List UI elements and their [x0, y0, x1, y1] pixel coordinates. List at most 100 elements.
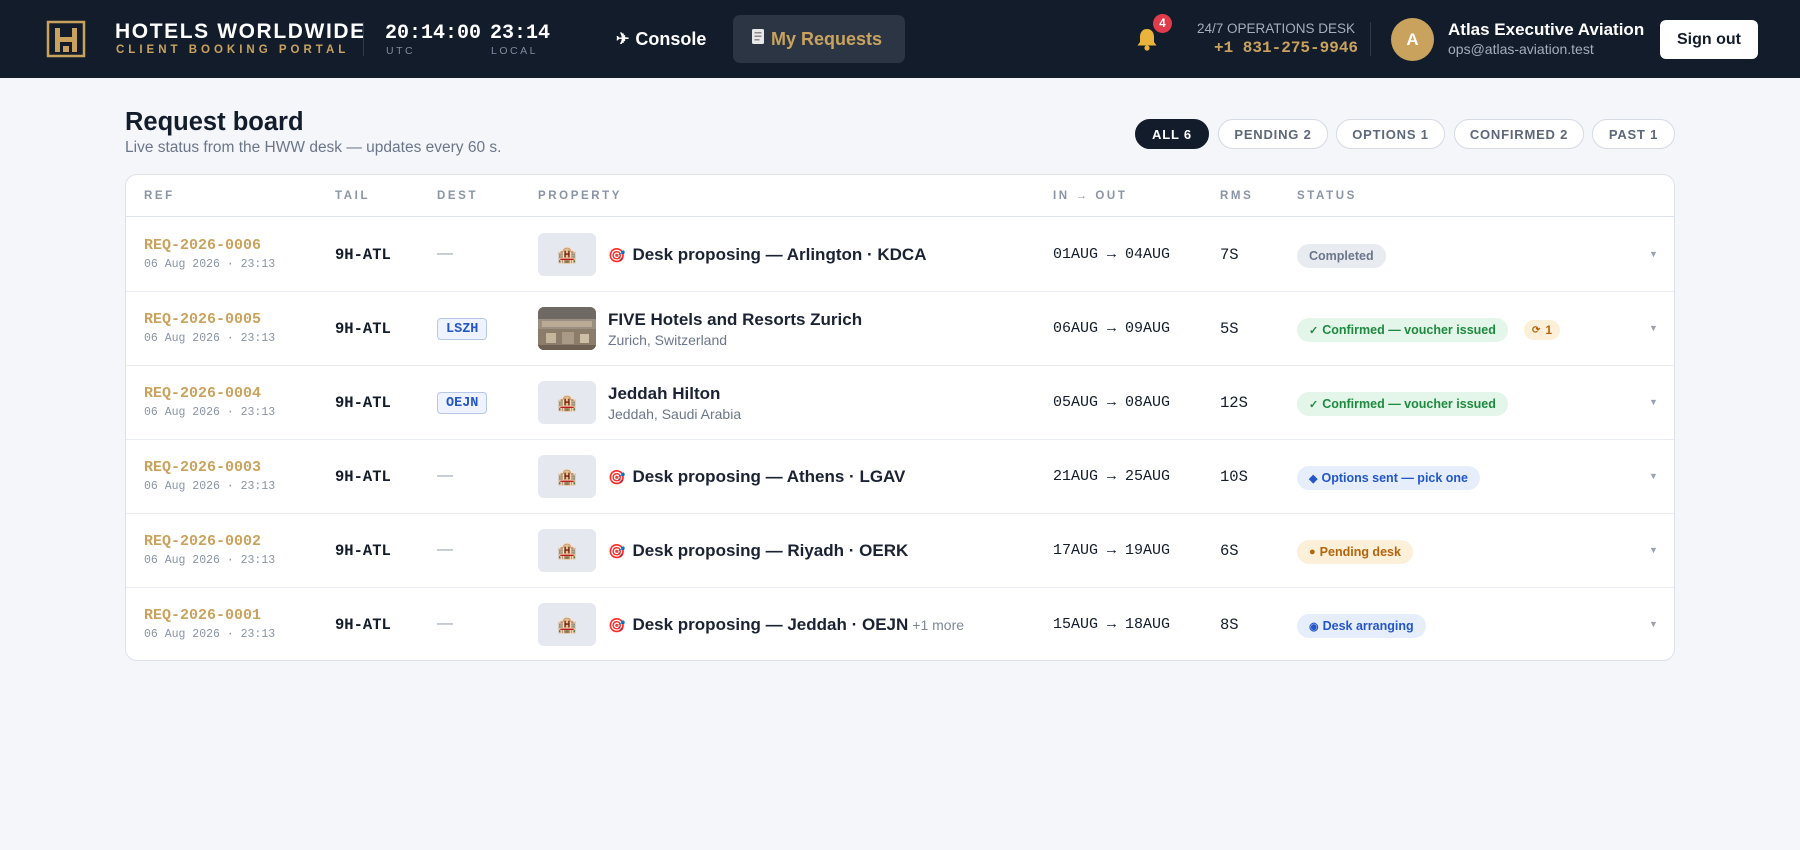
table-row[interactable]: REQ-2026-0002 06 Aug 2026 · 23:13 9H-ATL…	[126, 514, 1674, 588]
column-header-in-out: IN → OUT	[1053, 190, 1128, 202]
property-name: Jeddah Hilton	[608, 384, 721, 403]
destination-empty: —	[437, 467, 453, 484]
brand-subtitle: CLIENT BOOKING PORTAL	[116, 44, 350, 56]
property-name: Desk proposing — Jeddah · OEJN	[632, 615, 909, 634]
hotels-worldwide-logo	[46, 20, 86, 58]
property-proposing: 🎯 Desk proposing — Jeddah · OEJN +1 more	[608, 615, 964, 635]
rooms-count: 7S	[1220, 246, 1239, 264]
property-name: Desk proposing — Arlington · KDCA	[632, 245, 927, 264]
chevron-down-icon[interactable]: ▼	[1649, 249, 1658, 259]
request-ref[interactable]: REQ-2026-0004	[144, 385, 261, 402]
status-badge: ✓ Confirmed — voucher issued	[1297, 392, 1508, 416]
tail-number: 9H-ATL	[335, 320, 391, 338]
header-divider	[363, 22, 364, 56]
status-label: Options sent — pick one	[1321, 471, 1469, 485]
message-count-badge[interactable]: ⟳ 1	[1524, 320, 1561, 340]
request-ref[interactable]: REQ-2026-0003	[144, 459, 261, 476]
target-dot-icon: ◉	[1309, 620, 1319, 633]
rooms-count: 8S	[1220, 616, 1239, 634]
table-row[interactable]: REQ-2026-0005 06 Aug 2026 · 23:13 9H-ATL…	[126, 292, 1674, 366]
stay-dates: 01AUG → 04AUG	[1053, 246, 1171, 263]
status-label: Completed	[1309, 249, 1374, 263]
filter-all[interactable]: ALL 6	[1135, 119, 1209, 149]
tail-number: 9H-ATL	[335, 246, 391, 264]
rooms-count: 10S	[1220, 468, 1248, 486]
page-title: Request board	[125, 108, 304, 136]
sign-out-button[interactable]: Sign out	[1660, 20, 1758, 59]
tail-number: 9H-ATL	[335, 542, 391, 560]
page-subtitle: Live status from the HWW desk — updates …	[125, 139, 502, 156]
top-bar: HOTELS WORLDWIDE CLIENT BOOKING PORTAL 2…	[0, 0, 1800, 78]
local-clock: 23:14	[490, 22, 551, 45]
request-table: REF TAIL DEST PROPERTY IN → OUT RMS STAT…	[125, 174, 1675, 661]
ops-desk-phone[interactable]: +1 831-275-9946	[1214, 39, 1358, 57]
dot-icon: ●	[1309, 546, 1316, 558]
nav-my-requests-button[interactable]: My Requests	[733, 15, 905, 63]
refresh-icon: ⟳	[1532, 324, 1541, 336]
column-header-dest: DEST	[437, 190, 479, 202]
column-header-rooms: RMS	[1220, 190, 1254, 202]
request-created: 06 Aug 2026 · 23:13	[144, 258, 276, 271]
notification-count-badge: 4	[1153, 14, 1172, 33]
destination-empty: —	[437, 615, 453, 632]
filter-past[interactable]: PAST 1	[1592, 119, 1675, 149]
dart-icon: 🎯	[608, 616, 626, 633]
chevron-down-icon[interactable]: ▼	[1649, 471, 1658, 481]
request-created: 06 Aug 2026 · 23:13	[144, 554, 276, 567]
filter-confirmed[interactable]: CONFIRMED 2	[1454, 119, 1584, 149]
destination-empty: —	[437, 245, 453, 262]
status-label: Pending desk	[1319, 545, 1401, 559]
request-ref[interactable]: REQ-2026-0002	[144, 533, 261, 550]
chevron-down-icon[interactable]: ▼	[1649, 397, 1658, 407]
nav-my-requests-label: My Requests	[771, 28, 883, 49]
hotel-photo	[538, 307, 596, 350]
status-badge: Completed	[1297, 244, 1386, 268]
rooms-count: 5S	[1220, 320, 1239, 338]
status-label: Confirmed — voucher issued	[1322, 323, 1496, 337]
filter-options[interactable]: OPTIONS 1	[1336, 119, 1445, 149]
utc-clock: 20:14:00	[385, 22, 482, 45]
table-row[interactable]: REQ-2026-0004 06 Aug 2026 · 23:13 9H-ATL…	[126, 366, 1674, 440]
receipt-icon	[751, 28, 765, 50]
property-name: Desk proposing — Athens · LGAV	[632, 467, 906, 486]
hotel-icon: 🏨	[538, 529, 596, 572]
dart-icon: 🎯	[608, 468, 626, 485]
tail-number: 9H-ATL	[335, 468, 391, 486]
chevron-down-icon[interactable]: ▼	[1649, 323, 1658, 333]
hotel-icon: 🏨	[538, 381, 596, 424]
tail-number: 9H-ATL	[335, 394, 391, 412]
status-badge: ◉ Desk arranging	[1297, 614, 1426, 638]
property-proposing: 🎯 Desk proposing — Arlington · KDCA	[608, 245, 926, 265]
column-header-tail: TAIL	[335, 190, 371, 202]
nav-console-label: Console	[635, 28, 707, 49]
table-row[interactable]: REQ-2026-0006 06 Aug 2026 · 23:13 9H-ATL…	[126, 218, 1674, 292]
check-icon: ✓	[1309, 324, 1319, 337]
request-ref[interactable]: REQ-2026-0006	[144, 237, 261, 254]
tail-number: 9H-ATL	[335, 616, 391, 634]
stay-dates: 21AUG → 25AUG	[1053, 468, 1171, 485]
request-created: 06 Aug 2026 · 23:13	[144, 480, 276, 493]
rooms-count: 6S	[1220, 542, 1239, 560]
table-row[interactable]: REQ-2026-0003 06 Aug 2026 · 23:13 9H-ATL…	[126, 440, 1674, 514]
hotel-icon: 🏨	[538, 603, 596, 646]
stay-dates: 15AUG → 18AUG	[1053, 616, 1171, 633]
table-row[interactable]: REQ-2026-0001 06 Aug 2026 · 23:13 9H-ATL…	[126, 588, 1674, 660]
status-badge: ✓ Confirmed — voucher issued	[1297, 318, 1508, 342]
request-ref[interactable]: REQ-2026-0001	[144, 607, 261, 624]
chevron-down-icon[interactable]: ▼	[1649, 619, 1658, 629]
nav-console-button[interactable]: ✈ Console	[612, 15, 717, 63]
avatar[interactable]: A	[1391, 18, 1434, 61]
table-header: REF TAIL DEST PROPERTY IN → OUT RMS STAT…	[126, 175, 1674, 217]
filter-pending[interactable]: PENDING 2	[1218, 119, 1328, 149]
check-icon: ✓	[1309, 398, 1319, 411]
request-ref[interactable]: REQ-2026-0005	[144, 311, 261, 328]
column-header-property: PROPERTY	[538, 190, 623, 202]
destination-chip: LSZH	[437, 318, 488, 340]
header-divider	[1370, 22, 1371, 56]
status-label: Desk arranging	[1322, 619, 1414, 633]
more-properties-link[interactable]: +1 more	[912, 617, 964, 633]
request-created: 06 Aug 2026 · 23:13	[144, 406, 276, 419]
ops-desk-label: 24/7 OPERATIONS DESK	[1197, 21, 1356, 36]
chevron-down-icon[interactable]: ▼	[1649, 545, 1658, 555]
property-name: Desk proposing — Riyadh · OERK	[632, 541, 909, 560]
